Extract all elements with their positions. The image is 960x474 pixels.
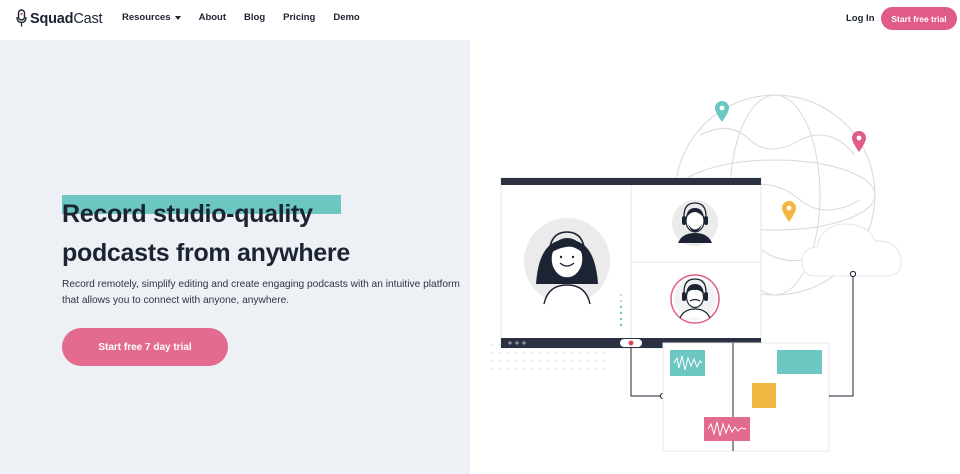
nav-item-label: Blog	[244, 12, 266, 23]
microphone-logo-icon	[16, 9, 27, 27]
start-free-7-day-trial-button[interactable]: Start free 7 day trial	[62, 328, 228, 366]
nav-item-label: About	[198, 12, 227, 23]
nav-item-demo[interactable]: Demo	[333, 12, 359, 23]
record-icon	[628, 340, 634, 346]
top-navigation: SquadCast Resources About Blog Pricing D…	[0, 0, 960, 40]
nav-item-about[interactable]: About	[199, 12, 226, 23]
hero-headline: Record studio-quality podcasts from anyw…	[62, 195, 350, 273]
nav-item-blog[interactable]: Blog	[244, 12, 265, 23]
nav-item-label: Pricing	[283, 12, 316, 23]
nav-item-resources[interactable]: Resources	[122, 12, 181, 23]
nav-item-label: Resources	[122, 12, 171, 23]
nav-item-label: Demo	[333, 12, 360, 23]
editor-timeline-panel	[662, 342, 830, 452]
brand-name: SquadCast	[30, 10, 103, 27]
host-avatar-woman	[524, 218, 610, 305]
start-free-trial-button[interactable]: Start free trial	[881, 7, 957, 30]
squadcast-logo[interactable]: SquadCast	[16, 9, 103, 28]
nav-item-pricing[interactable]: Pricing	[283, 12, 315, 23]
caret-down-icon	[174, 15, 181, 20]
login-link[interactable]: Log In	[846, 13, 875, 24]
hero-subtext: Record remotely, simplify editing and cr…	[62, 279, 460, 306]
headline-line-1: Record studio-quality	[62, 200, 313, 228]
hero-illustration	[491, 94, 902, 452]
nav-links: Resources About Blog Pricing Demo	[122, 12, 378, 23]
guest-avatar-1	[672, 200, 718, 246]
map-pin-teal-icon	[715, 101, 729, 122]
guest-avatar-2	[670, 274, 720, 324]
map-pin-yellow-icon	[782, 201, 796, 222]
headline-line-2: podcasts from anywhere	[62, 239, 350, 267]
